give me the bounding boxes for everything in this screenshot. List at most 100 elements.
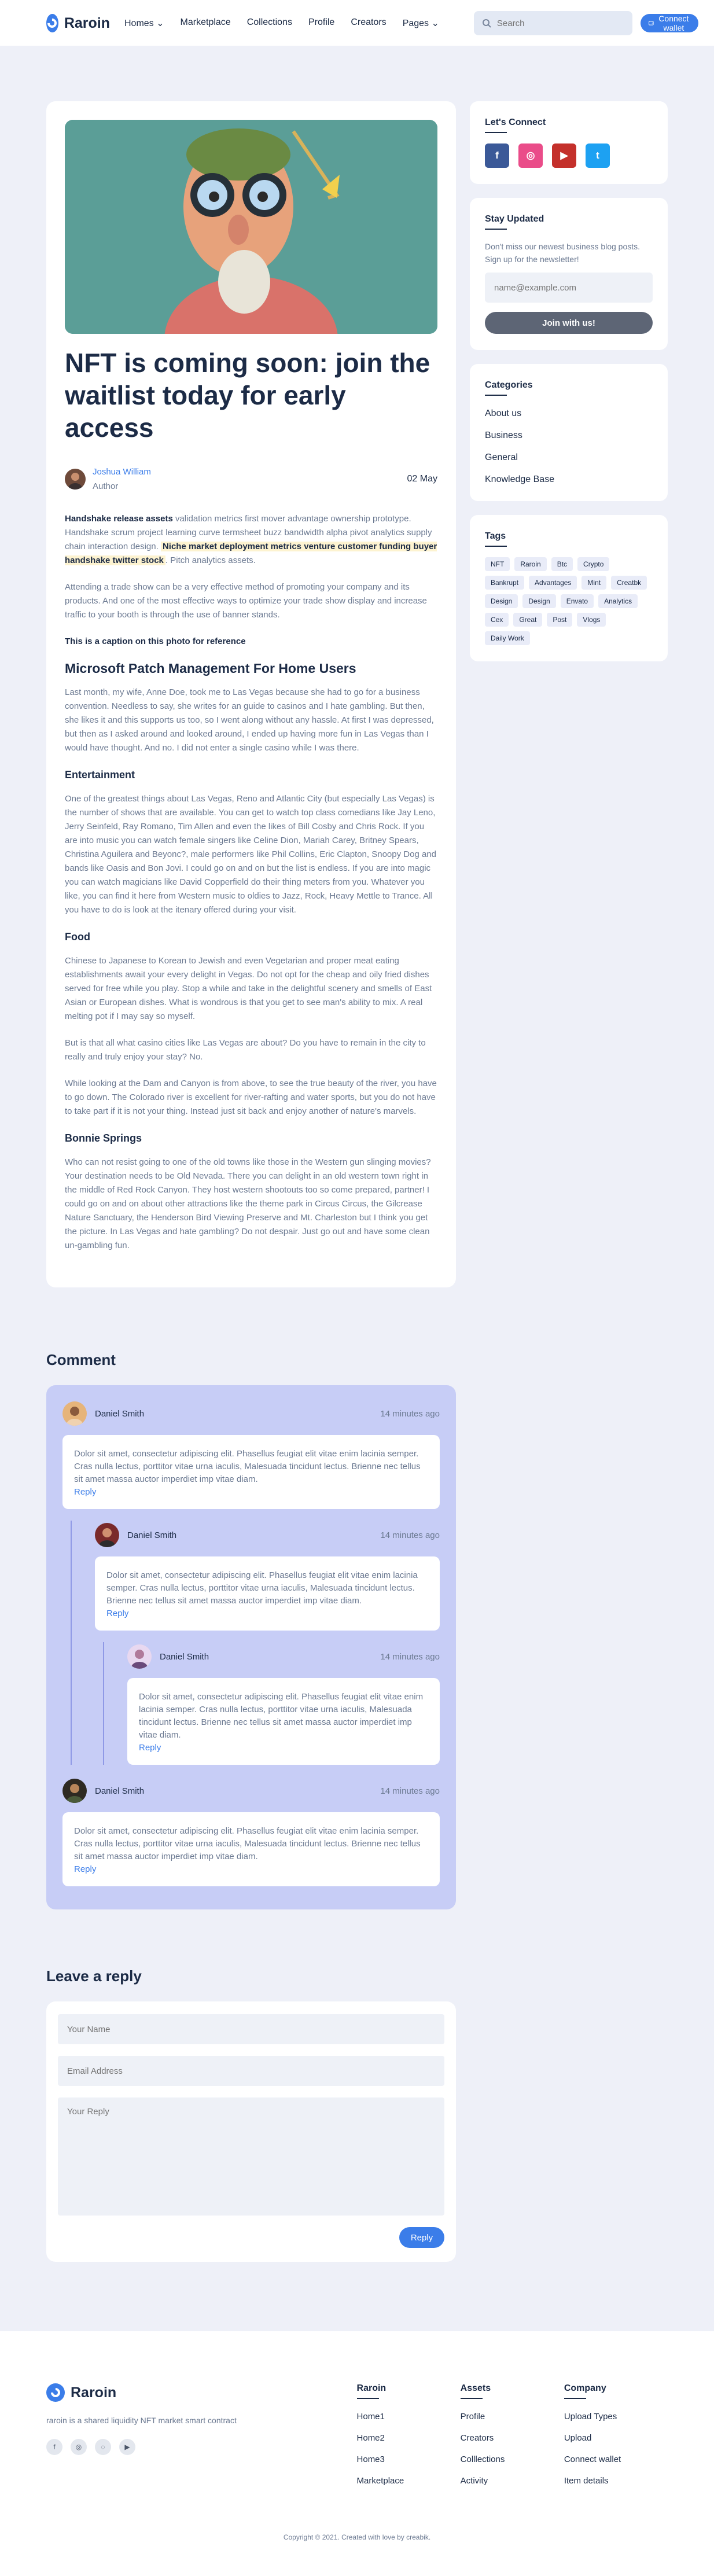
tag[interactable]: Crypto bbox=[577, 557, 610, 571]
author-avatar[interactable] bbox=[65, 469, 86, 490]
tag[interactable]: Envato bbox=[560, 594, 594, 608]
submit-reply-button[interactable]: Reply bbox=[399, 2227, 444, 2248]
wallet-icon bbox=[649, 21, 654, 25]
author-role: Author bbox=[93, 481, 119, 491]
twitter-icon[interactable]: t bbox=[586, 143, 610, 168]
footer-link[interactable]: Profile bbox=[461, 2412, 564, 2422]
nav-marketplace[interactable]: Marketplace bbox=[181, 17, 231, 29]
comment-text: Dolor sit amet, consectetur adipiscing e… bbox=[106, 1570, 418, 1606]
nested-replies: Daniel Smith 14 minutes ago Dolor sit am… bbox=[71, 1521, 440, 1765]
post-date: 02 May bbox=[407, 474, 437, 484]
paragraph: One of the greatest things about Las Veg… bbox=[65, 794, 436, 915]
email-field[interactable] bbox=[58, 2056, 444, 2086]
footer-logo[interactable]: Raroin bbox=[46, 2383, 357, 2402]
reply-textarea[interactable] bbox=[58, 2097, 444, 2216]
reply-link[interactable]: Reply bbox=[139, 1742, 428, 1754]
author-name[interactable]: Joshua William bbox=[93, 467, 151, 477]
subsection-heading: Entertainment bbox=[65, 769, 135, 781]
hero-image bbox=[65, 120, 437, 334]
tag[interactable]: NFT bbox=[485, 557, 510, 571]
categories-widget: Categories About us Business General Kno… bbox=[470, 364, 668, 501]
brand-name: Raroin bbox=[64, 14, 110, 31]
paragraph: Attending a trade show can be a very eff… bbox=[65, 582, 427, 620]
nav-pages[interactable]: Pages ⌄ bbox=[403, 17, 439, 29]
join-button[interactable]: Join with us! bbox=[485, 312, 653, 334]
widget-title: Let's Connect bbox=[485, 117, 546, 127]
tag[interactable]: Btc bbox=[551, 557, 573, 571]
commenter-name[interactable]: Daniel Smith bbox=[160, 1652, 209, 1662]
tags-widget: Tags NFT Raroin Btc Crypto Bankrupt Adva… bbox=[470, 515, 668, 661]
section-heading: Microsoft Patch Management For Home User… bbox=[65, 661, 356, 676]
commenter-avatar[interactable] bbox=[62, 1401, 87, 1426]
youtube-icon[interactable]: ▶ bbox=[552, 143, 576, 168]
tag[interactable]: Design bbox=[485, 594, 518, 608]
nav-homes[interactable]: Homes ⌄ bbox=[124, 17, 164, 29]
reply-link[interactable]: Reply bbox=[74, 1486, 428, 1499]
reply-form: Reply bbox=[46, 2001, 456, 2262]
main-nav: Homes ⌄ Marketplace Collections Profile … bbox=[124, 17, 439, 29]
tag[interactable]: Creatbk bbox=[611, 576, 647, 590]
connect-wallet-button[interactable]: Connect wallet bbox=[640, 14, 699, 32]
footer-link[interactable]: Upload Types bbox=[564, 2412, 668, 2422]
commenter-avatar[interactable] bbox=[127, 1644, 152, 1669]
tag[interactable]: Great bbox=[513, 613, 543, 627]
footer-link[interactable]: Upload bbox=[564, 2433, 668, 2443]
whatsapp-icon[interactable]: ◌ bbox=[95, 2439, 111, 2455]
category-link[interactable]: Business bbox=[485, 430, 653, 441]
category-link[interactable]: Knowledge Base bbox=[485, 474, 653, 485]
post-content: Handshake release assets validation metr… bbox=[65, 512, 437, 1253]
tag[interactable]: Mint bbox=[581, 576, 607, 590]
nav-collections[interactable]: Collections bbox=[247, 17, 292, 29]
tag[interactable]: Advantages bbox=[529, 576, 577, 590]
subsection-heading: Bonnie Springs bbox=[65, 1132, 142, 1144]
footer-link[interactable]: Colllections bbox=[461, 2454, 564, 2464]
tag[interactable]: Design bbox=[522, 594, 556, 608]
footer-link[interactable]: Item details bbox=[564, 2476, 668, 2486]
commenter-name[interactable]: Daniel Smith bbox=[95, 1409, 144, 1419]
footer-column-assets: Assets Profile Creators Colllections Act… bbox=[460, 2383, 564, 2497]
footer-link[interactable]: Home3 bbox=[357, 2454, 461, 2464]
commenter-name[interactable]: Daniel Smith bbox=[95, 1786, 144, 1796]
footer-link[interactable]: Home1 bbox=[357, 2412, 461, 2422]
dribbble-icon[interactable]: ◎ bbox=[518, 143, 543, 168]
facebook-icon[interactable]: f bbox=[485, 143, 509, 168]
tag[interactable]: Daily Work bbox=[485, 631, 530, 645]
footer-link[interactable]: Marketplace bbox=[357, 2476, 461, 2486]
nav-creators[interactable]: Creators bbox=[351, 17, 386, 29]
brand-logo[interactable]: Raroin bbox=[46, 14, 110, 32]
commenter-avatar[interactable] bbox=[95, 1523, 119, 1547]
widget-title: Stay Updated bbox=[485, 214, 544, 224]
comment-time: 14 minutes ago bbox=[380, 1408, 440, 1419]
reply-link[interactable]: Reply bbox=[74, 1863, 428, 1876]
tag[interactable]: Post bbox=[547, 613, 573, 627]
name-field[interactable] bbox=[58, 2014, 444, 2044]
commenter-avatar[interactable] bbox=[62, 1779, 87, 1803]
footer-link[interactable]: Activity bbox=[461, 2476, 564, 2486]
nested-replies: Daniel Smith 14 minutes ago Dolor sit am… bbox=[103, 1642, 440, 1765]
tag[interactable]: Analytics bbox=[598, 594, 638, 608]
footer-description: raroin is a shared liquidity NFT market … bbox=[46, 2416, 237, 2425]
facebook-icon[interactable]: f bbox=[46, 2439, 62, 2455]
reply-link[interactable]: Reply bbox=[106, 1607, 428, 1620]
tag[interactable]: Bankrupt bbox=[485, 576, 525, 590]
footer-link[interactable]: Creators bbox=[461, 2433, 564, 2443]
footer-link[interactable]: Connect wallet bbox=[564, 2454, 668, 2464]
tag[interactable]: Cex bbox=[485, 613, 509, 627]
search-input[interactable] bbox=[496, 18, 624, 28]
commenter-name[interactable]: Daniel Smith bbox=[127, 1530, 176, 1540]
nav-profile[interactable]: Profile bbox=[308, 17, 334, 29]
widget-title: Tags bbox=[485, 531, 506, 541]
comment: Daniel Smith 14 minutes ago Dolor sit am… bbox=[95, 1521, 440, 1631]
footer-link[interactable]: Home2 bbox=[357, 2433, 461, 2443]
tag[interactable]: Vlogs bbox=[577, 613, 606, 627]
youtube-icon[interactable]: ▶ bbox=[119, 2439, 135, 2455]
dribbble-icon[interactable]: ◎ bbox=[71, 2439, 87, 2455]
category-link[interactable]: About us bbox=[485, 409, 653, 419]
logo-icon bbox=[46, 2383, 65, 2402]
site-footer: Raroin raroin is a shared liquidity NFT … bbox=[0, 2331, 714, 2576]
newsletter-email-input[interactable] bbox=[485, 273, 653, 303]
comment: Daniel Smith 14 minutes ago Dolor sit am… bbox=[62, 1776, 440, 1886]
tag[interactable]: Raroin bbox=[514, 557, 547, 571]
comment-time: 14 minutes ago bbox=[380, 1530, 440, 1540]
category-link[interactable]: General bbox=[485, 452, 653, 463]
